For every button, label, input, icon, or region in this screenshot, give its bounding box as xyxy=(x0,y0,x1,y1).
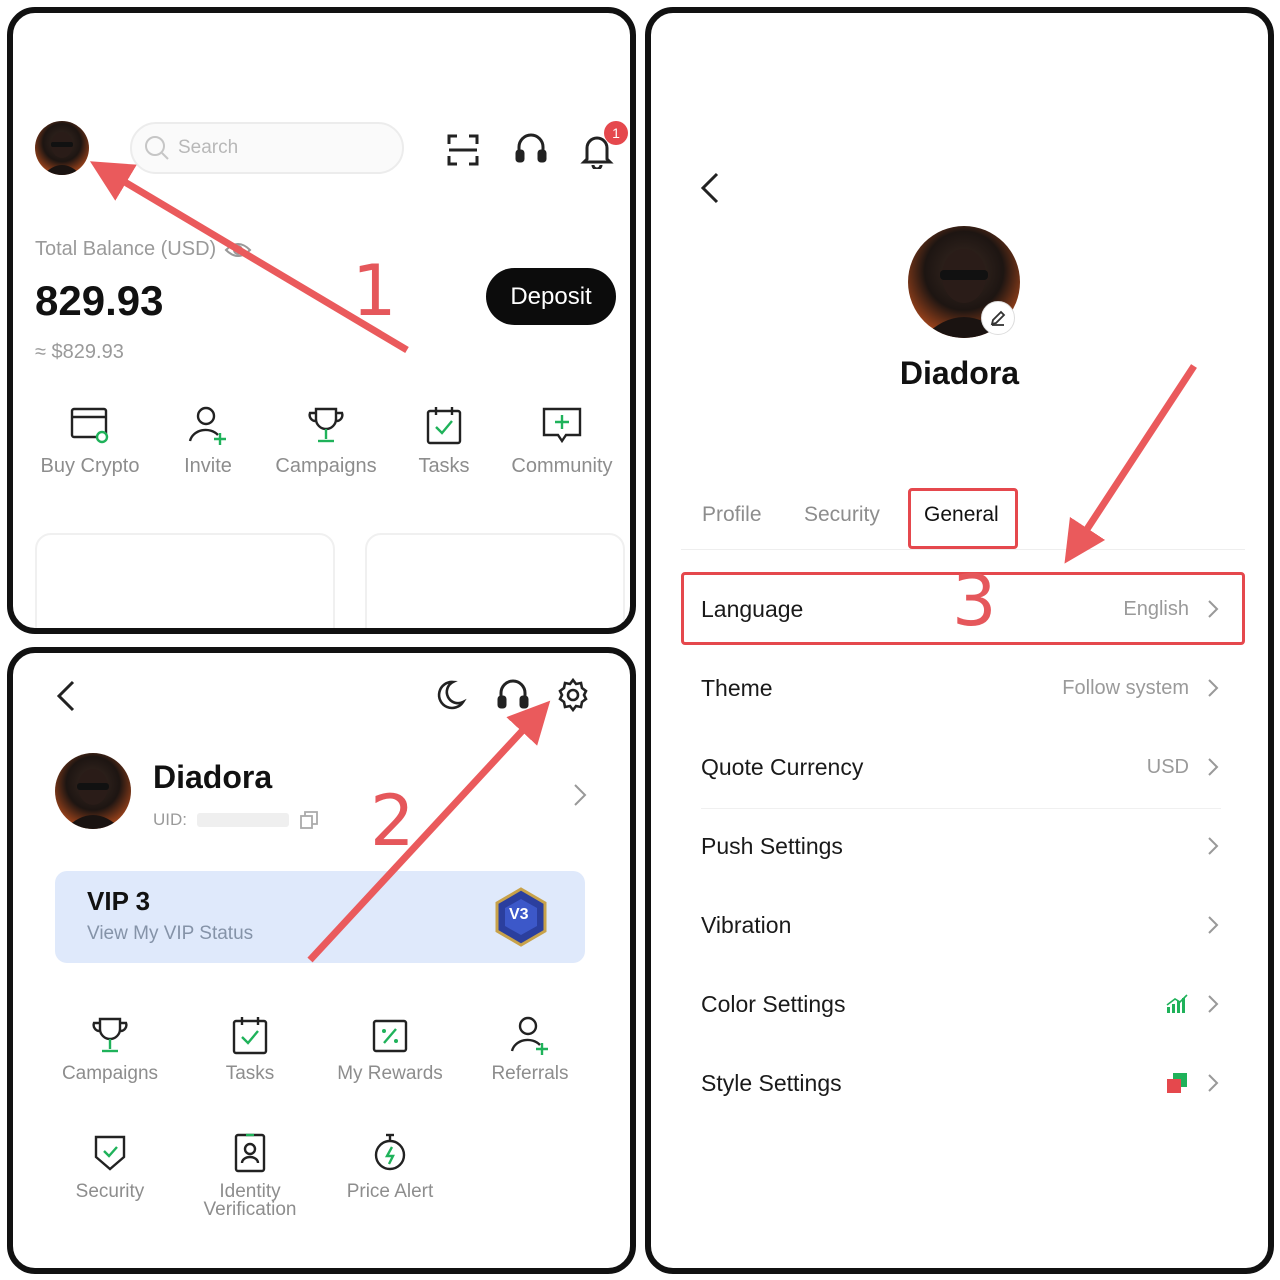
scan-icon[interactable] xyxy=(446,133,480,167)
vip-title: VIP 3 xyxy=(87,886,151,916)
chevron-right-icon xyxy=(1207,757,1221,777)
setting-row-push-settings[interactable]: Push Settings xyxy=(701,816,1221,876)
username: Diadora xyxy=(899,355,1020,391)
notification-badge: 1 xyxy=(604,121,628,145)
headset-icon[interactable] xyxy=(513,131,549,167)
chevron-right-icon xyxy=(1207,678,1221,698)
tab-general[interactable]: General xyxy=(924,503,999,527)
grid-item-my-rewards[interactable]: My Rewards xyxy=(325,1013,455,1083)
home-screen-panel: Search 1 Total Balance (USD) 829.93 ≈ $8… xyxy=(7,7,636,634)
pencil-icon xyxy=(989,309,1007,327)
settings-divider xyxy=(701,808,1221,809)
quick-action-invite[interactable]: Invite xyxy=(143,403,273,478)
shield-icon xyxy=(88,1131,132,1175)
chevron-right-icon xyxy=(1207,836,1221,856)
search-icon xyxy=(144,135,170,161)
person-add-icon xyxy=(508,1013,552,1057)
quick-action-buy-crypto[interactable]: Buy Crypto xyxy=(25,403,155,478)
back-arrow-icon[interactable] xyxy=(55,678,79,714)
uid-label: UID: xyxy=(153,810,187,829)
grid-item-identity-verification[interactable]: Identity Verification xyxy=(185,1131,315,1219)
chevron-right-icon xyxy=(1207,599,1221,619)
setting-row-vibration[interactable]: Vibration xyxy=(701,895,1221,955)
avatar[interactable] xyxy=(55,753,131,829)
step-number-1: 1 xyxy=(352,250,397,332)
tab-profile[interactable]: Profile xyxy=(702,503,762,527)
username: Diadora xyxy=(153,759,273,795)
balance-label: Total Balance (USD) xyxy=(35,238,252,261)
step-number-2: 2 xyxy=(370,780,415,862)
card-placeholder-right xyxy=(365,533,625,628)
edit-avatar-button[interactable] xyxy=(981,301,1015,335)
grid-item-tasks[interactable]: Tasks xyxy=(185,1013,315,1083)
search-placeholder: Search xyxy=(178,137,239,158)
moon-icon[interactable] xyxy=(433,678,467,712)
card-placeholder-left xyxy=(35,533,335,628)
chevron-right-icon xyxy=(1207,1073,1221,1093)
grid-item-campaigns[interactable]: Campaigns xyxy=(45,1013,175,1083)
style-squares-icon xyxy=(1165,1071,1189,1095)
tab-security[interactable]: Security xyxy=(804,503,880,527)
checklist-icon xyxy=(228,1013,272,1057)
setting-row-theme[interactable]: Theme Follow system xyxy=(701,658,1221,718)
checklist-icon xyxy=(422,403,466,447)
grid-item-referrals[interactable]: Referrals xyxy=(465,1013,595,1083)
chevron-right-icon[interactable] xyxy=(573,783,587,807)
id-card-icon xyxy=(228,1131,272,1175)
copy-icon[interactable] xyxy=(299,810,319,830)
vip-badge-icon: V3 xyxy=(491,887,551,947)
avatar[interactable] xyxy=(35,121,89,175)
vip-badge-text: V3 xyxy=(509,906,529,923)
grid-item-price-alert[interactable]: Price Alert xyxy=(325,1131,455,1201)
tabs-divider xyxy=(681,549,1245,550)
gear-icon[interactable] xyxy=(555,677,591,713)
back-arrow-icon[interactable] xyxy=(699,170,723,206)
quick-action-campaigns[interactable]: Campaigns xyxy=(261,403,391,478)
trophy-icon xyxy=(88,1013,132,1057)
step-number-3: 3 xyxy=(952,560,997,642)
grid-item-security[interactable]: Security xyxy=(45,1131,175,1201)
vip-status-card[interactable]: VIP 3 View My VIP Status V3 xyxy=(55,871,585,963)
color-trend-icon xyxy=(1165,993,1189,1015)
setting-row-color-settings[interactable]: Color Settings xyxy=(701,974,1221,1034)
account-screen-panel: Diadora UID: VIP 3 View My VIP Status V3… xyxy=(7,647,636,1274)
search-input[interactable]: Search xyxy=(130,122,404,174)
chevron-right-icon xyxy=(1207,915,1221,935)
trophy-icon xyxy=(304,403,348,447)
uid-value-redacted xyxy=(197,813,289,827)
reward-icon xyxy=(368,1013,412,1057)
balance-value: 829.93 xyxy=(35,277,164,324)
person-add-icon xyxy=(186,403,230,447)
balance-approx: ≈ $829.93 xyxy=(35,341,124,363)
eye-icon[interactable] xyxy=(224,240,252,260)
chat-plus-icon xyxy=(540,403,584,447)
vip-subtitle: View My VIP Status xyxy=(87,923,254,944)
deposit-button[interactable]: Deposit xyxy=(486,268,616,325)
card-icon xyxy=(68,403,112,447)
chevron-right-icon xyxy=(1207,994,1221,1014)
uid-row: UID: xyxy=(153,810,319,830)
stopwatch-icon xyxy=(368,1131,412,1175)
setting-row-quote-currency[interactable]: Quote Currency USD xyxy=(701,737,1221,797)
quick-action-community[interactable]: Community xyxy=(497,403,627,478)
setting-row-style-settings[interactable]: Style Settings xyxy=(701,1053,1221,1113)
headset-icon[interactable] xyxy=(495,677,531,713)
quick-action-tasks[interactable]: Tasks xyxy=(379,403,509,478)
